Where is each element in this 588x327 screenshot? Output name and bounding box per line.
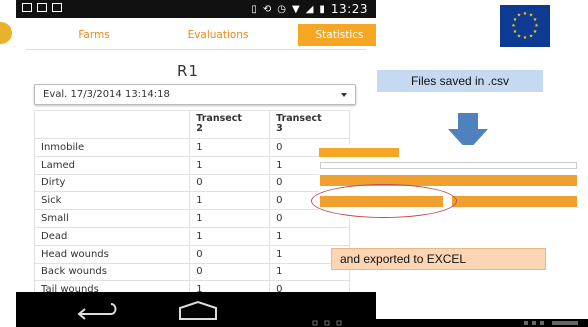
svg-text:★: ★: [523, 35, 528, 41]
table-row: Small 1 0: [33, 209, 350, 228]
svg-text:★: ★: [511, 23, 516, 29]
tab-evaluations[interactable]: Evaluations: [174, 24, 262, 46]
cell-value: 1: [189, 209, 271, 228]
files-saved-callout: Files saved in .csv: [377, 70, 543, 92]
page-title: R1: [177, 62, 199, 80]
cell-value: 1: [189, 138, 271, 157]
table-header-empty: [33, 110, 191, 139]
wifi-icon: ▼: [291, 3, 300, 15]
eu-flag-icon: ★ ★★ ★★★ ★★★ ★★★: [500, 5, 550, 47]
chevron-down-icon: [341, 93, 347, 97]
back-icon[interactable]: [71, 298, 119, 320]
table-row: Dead 1 1: [33, 226, 350, 246]
svg-text:★: ★: [517, 34, 522, 40]
tab-farms[interactable]: Farms: [64, 24, 124, 46]
svg-text:★: ★: [517, 13, 522, 19]
row-label: Small: [33, 209, 191, 228]
alarm-icon: ◷: [277, 3, 286, 15]
svg-text:★: ★: [513, 29, 518, 35]
battery-icon: ▮: [319, 3, 325, 15]
table-row: Dirty 0 0: [33, 173, 350, 193]
mini-button: [452, 196, 577, 207]
signal-icon: ◢: [305, 3, 314, 15]
cell-value: 1: [189, 191, 271, 211]
row-label: Dirty: [33, 173, 191, 193]
table-header-transect-3: Transect 3: [269, 110, 350, 139]
cell-value: 1: [269, 226, 350, 246]
notification-icon: [37, 3, 47, 12]
cell-value: 1: [189, 226, 271, 246]
table-header-row: Transect 2 Transect 3: [33, 110, 350, 139]
tablet-nav-bar: [303, 319, 588, 327]
notification-icons: [22, 3, 62, 12]
rotate-icon: ⟲: [262, 3, 272, 15]
mini-tab: [429, 148, 469, 157]
table-row: Sick 1 0: [33, 191, 350, 211]
app-logo: [0, 22, 12, 44]
row-label: Lamed: [33, 155, 191, 175]
notification-icon: [22, 3, 32, 12]
highlight-ellipse: [311, 184, 457, 218]
row-label: Head wounds: [33, 244, 191, 264]
mini-tab: [519, 148, 559, 157]
vibrate-icon: ▯: [251, 3, 257, 15]
home-icon[interactable]: [176, 299, 220, 321]
row-label: Dead: [33, 226, 191, 246]
svg-text:★: ★: [529, 34, 534, 40]
row-label: Sick: [33, 191, 191, 211]
notification-icon: [52, 3, 62, 12]
evaluation-select-value: Eval. 17/3/2014 13:14:18: [43, 89, 170, 100]
table-row: Back wounds 0 1: [33, 262, 350, 282]
svg-text:★: ★: [533, 29, 538, 35]
cell-value: 0: [189, 244, 271, 264]
status-icons: ▯ ⟲ ◷ ▼ ◢ ▮ 13:23: [251, 2, 368, 16]
cell-value: 1: [189, 155, 271, 175]
svg-text:★: ★: [523, 11, 528, 17]
cell-value: 0: [189, 173, 271, 193]
table-row: Lamed 1 1: [33, 155, 350, 175]
mini-tab-bar: [319, 148, 578, 157]
status-time: 13:23: [330, 2, 368, 16]
table-row: Head wounds 0 1: [33, 244, 350, 264]
row-label: Inmobile: [33, 138, 191, 157]
tab-statistics[interactable]: Statistics: [298, 24, 376, 46]
mini-tab-active: [319, 148, 399, 157]
statistics-table: Transect 2 Transect 3 Inmobile 1 0 Lamed…: [33, 110, 350, 300]
tablet-nav-icons: [312, 320, 342, 326]
table-header-transect-2: Transect 2: [189, 110, 271, 139]
mini-select: [320, 162, 577, 169]
evaluation-select[interactable]: Eval. 17/3/2014 13:14:18: [34, 84, 356, 105]
row-label: Back wounds: [33, 262, 191, 282]
table-row: Inmobile 1 0: [33, 138, 350, 157]
tablet-status-icons: [524, 321, 578, 325]
tab-bar: Farms Evaluations Statistics: [26, 22, 376, 50]
cell-value: 0: [189, 262, 271, 282]
exported-excel-callout: and exported to EXCEL: [331, 248, 546, 270]
status-bar: ▯ ⟲ ◷ ▼ ◢ ▮ 13:23: [16, 0, 376, 18]
